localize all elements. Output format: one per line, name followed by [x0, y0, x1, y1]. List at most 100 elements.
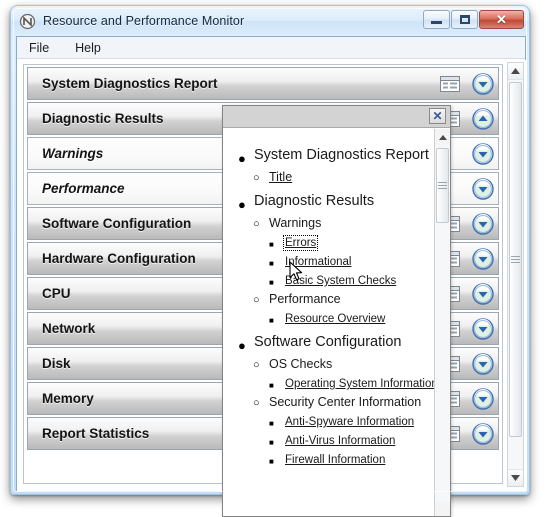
outline-tree-item[interactable]: ■ Informational: [269, 256, 435, 268]
menu-item-help[interactable]: Help: [73, 40, 103, 56]
table-icon: [440, 75, 460, 92]
tree-bullet-icon: ■: [269, 438, 274, 447]
expand-chevron-down-button[interactable]: [472, 247, 494, 270]
outline-tree-label: Warnings: [269, 216, 322, 230]
outline-tree-item[interactable]: ■ Errors: [269, 235, 435, 251]
tree-bullet-icon: ○: [253, 218, 260, 230]
outline-tree-item: ● Software Configuration: [238, 334, 435, 352]
report-section-label: Disk: [42, 356, 71, 371]
outline-tree-label: Diagnostic Results: [254, 193, 375, 209]
maximize-icon: [459, 15, 470, 24]
window-controls: ✕: [423, 10, 524, 29]
tree-bullet-icon: ■: [269, 259, 274, 268]
outline-tree-label[interactable]: Operating System Information: [285, 378, 435, 390]
outline-tree-label[interactable]: Errors: [282, 235, 319, 251]
expand-chevron-down-button[interactable]: [472, 212, 494, 235]
outline-tree-label[interactable]: Informational: [285, 256, 351, 268]
maximize-button[interactable]: [451, 10, 478, 29]
popup-header-bar[interactable]: ✕: [223, 106, 450, 128]
outline-tree-item[interactable]: ■ Operating System Information: [269, 378, 435, 390]
window-title: Resource and Performance Monitor: [43, 14, 245, 28]
expand-chevron-down-button[interactable]: [472, 387, 494, 410]
outline-tree-label[interactable]: Firewall Information: [285, 454, 385, 466]
menu-item-file[interactable]: File: [27, 40, 51, 56]
expand-chevron-down-button[interactable]: [472, 282, 494, 305]
outline-tree-item: ○ Warnings: [253, 216, 435, 230]
outline-tree-item[interactable]: ○ Title: [253, 170, 435, 184]
outline-tree-item[interactable]: ■ Firewall Information: [269, 454, 435, 466]
outline-tree-label[interactable]: Resource Overview: [285, 313, 385, 325]
menu-bar: File Help: [17, 37, 525, 59]
report-section-label: Memory: [42, 391, 94, 406]
outline-popup-panel: ✕ ● System Diagnostics Report ○ Title ● Diagn…: [222, 105, 451, 517]
expand-chevron-down-button[interactable]: [472, 177, 494, 200]
outline-tree-item: ● Diagnostic Results: [238, 193, 435, 211]
collapse-chevron-up-button[interactable]: [472, 107, 494, 130]
popup-close-icon: ✕: [432, 109, 443, 123]
tree-bullet-icon: ●: [238, 197, 246, 212]
title-bar[interactable]: Resource and Performance Monitor ✕: [11, 6, 529, 36]
outline-tree-item: ○ OS Checks: [253, 357, 435, 371]
outline-tree-label: OS Checks: [269, 357, 333, 371]
minimize-button[interactable]: [423, 10, 450, 29]
tree-bullet-icon: ■: [269, 278, 274, 287]
outline-tree-item[interactable]: ■ Resource Overview: [269, 313, 435, 325]
popup-scroll-grip-icon: [438, 180, 447, 191]
close-button[interactable]: ✕: [479, 10, 524, 29]
popup-scroll-track[interactable]: [435, 145, 450, 502]
scroll-down-arrow[interactable]: [508, 469, 523, 486]
close-icon: ✕: [496, 12, 507, 27]
outline-tree-item[interactable]: ■ Basic System Checks: [269, 275, 435, 287]
main-scroll-thumb[interactable]: [509, 82, 522, 437]
report-section-label: Network: [42, 321, 96, 336]
expand-chevron-down-button[interactable]: [472, 142, 494, 165]
outline-tree-label: Performance: [269, 292, 341, 306]
scroll-up-arrow[interactable]: [508, 63, 523, 80]
tree-bullet-icon: ■: [269, 381, 274, 390]
report-section-label: System Diagnostics Report: [42, 76, 218, 91]
scroll-grip-icon: [511, 254, 520, 265]
report-section-label: Diagnostic Results: [42, 111, 164, 126]
popup-vertical-scrollbar[interactable]: [434, 129, 450, 516]
outline-tree-label[interactable]: Title: [269, 170, 292, 184]
report-section-label: Performance: [42, 181, 125, 196]
popup-scroll-up-arrow[interactable]: [435, 129, 450, 145]
popup-scroll-down-arrow[interactable]: [435, 502, 450, 516]
tree-bullet-icon: ○: [253, 294, 260, 306]
client-area: File Help System Diagnostics Report Diagn…: [16, 36, 527, 517]
expand-chevron-down-button[interactable]: [472, 317, 494, 340]
outline-tree-item[interactable]: ■ Anti-Virus Information: [269, 435, 435, 447]
expand-chevron-down-button[interactable]: [472, 422, 494, 445]
outline-tree: ● System Diagnostics Report ○ Title ● Diagnos…: [223, 129, 435, 516]
report-section-label: Software Configuration: [42, 216, 192, 231]
outline-tree-label[interactable]: Anti-Virus Information: [285, 435, 395, 447]
application-window: Resource and Performance Monitor ✕ File …: [10, 5, 530, 517]
tree-bullet-icon: ○: [253, 359, 260, 371]
tree-bullet-icon: ■: [269, 457, 274, 466]
expand-chevron-down-button[interactable]: [472, 72, 494, 95]
tree-bullet-icon: ●: [238, 338, 246, 353]
popup-close-button[interactable]: ✕: [429, 108, 446, 124]
tree-bullet-icon: ●: [238, 151, 246, 166]
report-section-label: Warnings: [42, 146, 104, 161]
performance-monitor-icon: [19, 13, 36, 30]
outline-tree-item[interactable]: ■ Anti-Spyware Information: [269, 416, 435, 428]
outline-tree-label[interactable]: Basic System Checks: [285, 275, 396, 287]
main-vertical-scrollbar[interactable]: [507, 62, 524, 487]
outline-tree-label: System Diagnostics Report: [254, 147, 429, 163]
minimize-icon: [431, 21, 442, 24]
tree-bullet-icon: ■: [269, 419, 274, 428]
tree-bullet-icon: ■: [269, 316, 274, 325]
outline-tree-item: ○ Security Center Information: [253, 395, 435, 409]
main-scroll-track[interactable]: [508, 80, 523, 469]
report-section-label: Hardware Configuration: [42, 251, 196, 266]
report-section-row[interactable]: System Diagnostics Report: [27, 67, 499, 100]
expand-chevron-down-button[interactable]: [472, 352, 494, 375]
tree-bullet-icon: ■: [269, 240, 274, 249]
row-controls: [440, 68, 494, 99]
tree-bullet-icon: ○: [253, 397, 260, 409]
outline-tree-label[interactable]: Anti-Spyware Information: [285, 416, 414, 428]
popup-scroll-thumb[interactable]: [436, 148, 449, 223]
outline-tree-item: ● System Diagnostics Report: [238, 147, 435, 165]
tree-bullet-icon: ○: [253, 172, 260, 184]
